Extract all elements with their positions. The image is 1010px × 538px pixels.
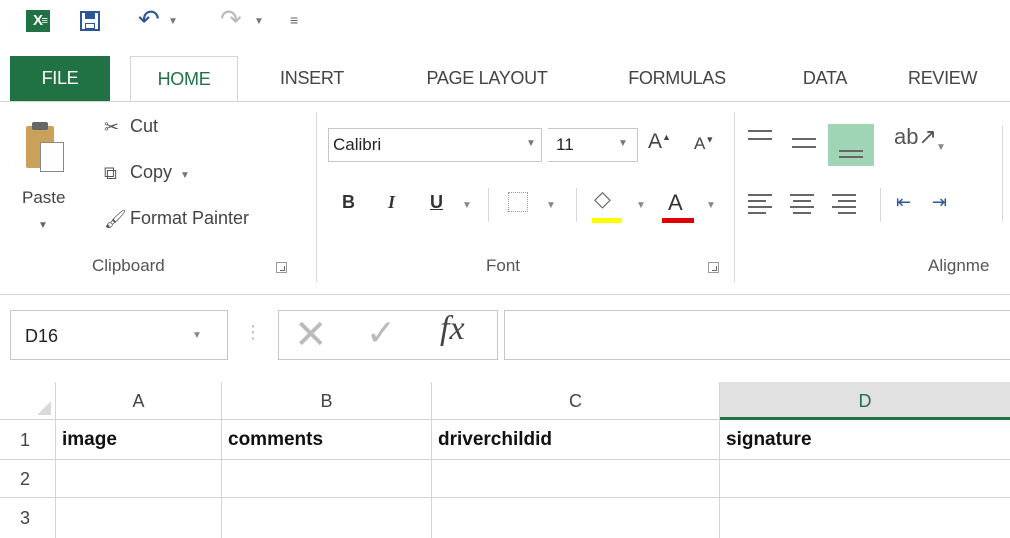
copy-button[interactable]: ⧉ Copy ▼ bbox=[104, 162, 190, 190]
cell-b2[interactable] bbox=[222, 460, 432, 498]
cell-d2[interactable] bbox=[720, 460, 1010, 498]
select-all-corner[interactable] bbox=[0, 382, 56, 420]
font-size-dropdown-icon[interactable]: ▼ bbox=[618, 138, 628, 149]
decrease-indent-icon[interactable]: ⇤ bbox=[896, 192, 911, 213]
row-header-3[interactable]: 3 bbox=[0, 498, 56, 538]
cell-a1[interactable]: image bbox=[56, 420, 222, 460]
fill-color-swatch bbox=[592, 218, 622, 223]
format-separator bbox=[576, 188, 577, 222]
orientation-icon[interactable]: ab↗ bbox=[894, 124, 937, 150]
underline-button[interactable]: U bbox=[430, 192, 443, 213]
clipboard-launcher-icon[interactable] bbox=[276, 262, 287, 273]
italic-button[interactable]: I bbox=[388, 192, 395, 213]
paste-dropdown-icon[interactable]: ▼ bbox=[38, 220, 48, 231]
undo-dropdown-icon[interactable]: ▼ bbox=[168, 16, 178, 27]
cell-c1[interactable]: driverchildid bbox=[432, 420, 720, 460]
cell-a2[interactable] bbox=[56, 460, 222, 498]
cell-c3[interactable] bbox=[432, 498, 720, 538]
alignment-group-label: Alignme bbox=[928, 256, 990, 275]
cell-b1[interactable]: comments bbox=[222, 420, 432, 460]
font-name-dropdown-icon[interactable]: ▼ bbox=[526, 138, 536, 149]
clipboard-group-label: Clipboard bbox=[92, 256, 165, 275]
formula-input[interactable] bbox=[504, 310, 1010, 360]
cell-c2[interactable] bbox=[432, 460, 720, 498]
group-separator bbox=[734, 112, 735, 282]
cell-a3[interactable] bbox=[56, 498, 222, 538]
cut-button[interactable]: ✂ Cut bbox=[104, 116, 158, 144]
group-separator bbox=[316, 112, 317, 282]
align-left-icon[interactable] bbox=[748, 190, 778, 220]
borders-dropdown-icon[interactable]: ▼ bbox=[546, 200, 556, 211]
underline-dropdown-icon[interactable]: ▼ bbox=[462, 200, 472, 211]
row-header-2[interactable]: 2 bbox=[0, 460, 56, 498]
font-color-icon[interactable]: A bbox=[668, 190, 683, 216]
align-center-icon[interactable] bbox=[790, 190, 820, 220]
excel-icon[interactable]: X ≡ bbox=[26, 10, 50, 32]
paste-icon[interactable] bbox=[24, 120, 64, 182]
cell-b3[interactable] bbox=[222, 498, 432, 538]
save-icon[interactable] bbox=[80, 11, 100, 31]
fill-color-icon[interactable]: ◇ bbox=[594, 186, 611, 212]
align-right-icon[interactable] bbox=[832, 190, 862, 220]
copy-icon: ⧉ bbox=[104, 162, 117, 183]
shrink-font-icon[interactable]: A▼ bbox=[694, 134, 714, 154]
tab-insert[interactable]: INSERT bbox=[262, 56, 362, 102]
cell-d1[interactable]: signature bbox=[720, 420, 1010, 460]
bold-button[interactable]: B bbox=[342, 192, 355, 213]
insert-function-icon[interactable]: fx bbox=[440, 310, 465, 348]
cancel-icon[interactable]: ✕ bbox=[294, 312, 328, 358]
format-painter-button[interactable]: 🖌 Format Painter bbox=[104, 208, 249, 236]
increase-indent-icon[interactable]: ⇥ bbox=[932, 192, 947, 213]
middle-align-icon[interactable] bbox=[792, 124, 822, 164]
cut-label: Cut bbox=[130, 116, 159, 136]
copy-label: Copy bbox=[130, 162, 173, 182]
brush-icon: 🖌 bbox=[104, 208, 127, 229]
tab-page-layout[interactable]: PAGE LAYOUT bbox=[404, 56, 570, 102]
fill-color-dropdown-icon[interactable]: ▼ bbox=[636, 200, 646, 211]
borders-icon[interactable] bbox=[508, 192, 528, 212]
font-color-dropdown-icon[interactable]: ▼ bbox=[706, 200, 716, 211]
tab-formulas[interactable]: FORMULAS bbox=[604, 56, 750, 102]
font-group-label: Font bbox=[486, 256, 521, 275]
format-separator bbox=[880, 188, 881, 222]
enter-icon[interactable]: ✓ bbox=[366, 312, 396, 354]
tab-data[interactable]: DATA bbox=[782, 56, 868, 102]
ribbon-bottom-border bbox=[0, 294, 1010, 295]
formula-bar-grip-icon[interactable]: ⋮ bbox=[244, 322, 262, 343]
undo-icon[interactable]: ↶ bbox=[138, 4, 160, 34]
font-launcher-icon[interactable] bbox=[708, 262, 719, 273]
ribbon-tabs: FILE HOME INSERT PAGE LAYOUT FORMULAS DA… bbox=[0, 56, 1010, 103]
customize-qat-icon[interactable]: ≡ bbox=[290, 12, 298, 28]
font-name-select[interactable]: Calibri bbox=[328, 128, 542, 162]
column-header-c[interactable]: C bbox=[432, 382, 720, 420]
grow-font-icon[interactable]: A▲ bbox=[648, 130, 671, 154]
format-separator bbox=[488, 188, 489, 222]
cell-d3[interactable] bbox=[720, 498, 1010, 538]
tab-review[interactable]: REVIEW bbox=[908, 56, 1010, 102]
column-header-b[interactable]: B bbox=[222, 382, 432, 420]
quick-access-toolbar: X ≡ ↶ ▼ ↷ ▼ ≡ bbox=[0, 0, 1010, 46]
column-header-d[interactable]: D bbox=[720, 382, 1010, 420]
row-header-1[interactable]: 1 bbox=[0, 420, 56, 460]
tab-home[interactable]: HOME bbox=[130, 56, 238, 103]
scissors-icon: ✂ bbox=[104, 116, 120, 137]
name-box-dropdown-icon[interactable]: ▼ bbox=[192, 330, 202, 341]
format-painter-label: Format Painter bbox=[130, 208, 250, 228]
font-color-swatch bbox=[662, 218, 694, 223]
copy-dropdown-icon[interactable]: ▼ bbox=[180, 170, 190, 181]
top-align-icon[interactable] bbox=[748, 124, 778, 164]
redo-icon[interactable]: ↷ bbox=[220, 4, 242, 34]
column-header-a[interactable]: A bbox=[56, 382, 222, 420]
redo-dropdown-icon[interactable]: ▼ bbox=[254, 16, 264, 27]
orientation-dropdown-icon[interactable]: ▼ bbox=[936, 142, 946, 153]
tab-file[interactable]: FILE bbox=[10, 56, 110, 102]
group-separator bbox=[1002, 126, 1003, 222]
paste-button[interactable]: Paste bbox=[22, 188, 65, 208]
bottom-align-icon[interactable] bbox=[828, 124, 874, 166]
